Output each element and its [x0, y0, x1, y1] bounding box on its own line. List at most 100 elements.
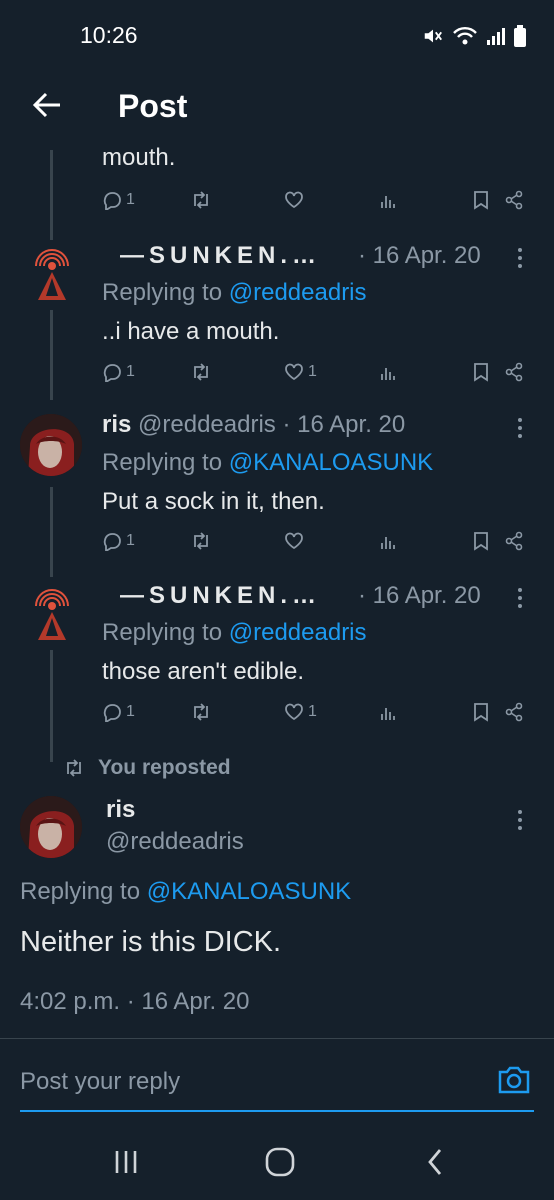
repost-button[interactable]	[190, 702, 212, 722]
status-icons	[422, 24, 526, 48]
tweet-text: those aren't edible.	[102, 658, 305, 685]
reply-button[interactable]: 1	[102, 190, 135, 210]
like-button[interactable]: 1	[284, 362, 317, 382]
avatar[interactable]	[30, 588, 74, 644]
radio-tower-avatar-icon	[35, 249, 69, 300]
views-icon	[381, 537, 395, 549]
views-button[interactable]	[378, 190, 398, 210]
thread-line	[50, 150, 53, 240]
more-options-button[interactable]	[516, 810, 524, 830]
reply-count: 1	[126, 363, 135, 380]
heart-icon	[285, 703, 303, 721]
like-button[interactable]: 1	[284, 702, 317, 722]
nav-back-button[interactable]	[424, 1146, 446, 1183]
share-button[interactable]	[504, 531, 524, 551]
radio-tower-avatar-icon	[35, 589, 69, 640]
views-icon	[381, 196, 395, 208]
more-options-button[interactable]	[516, 418, 524, 438]
user-line: ris @reddeadris · 16 Apr. 20	[102, 411, 405, 439]
heart-icon	[285, 363, 303, 381]
reply-icon	[103, 704, 121, 722]
share-button[interactable]	[504, 702, 524, 722]
repost-button[interactable]	[190, 362, 212, 382]
display-name[interactable]: ris	[106, 796, 135, 824]
views-icon	[381, 708, 395, 720]
reply-button[interactable]: 1	[102, 531, 135, 551]
bookmark-button[interactable]	[472, 702, 490, 722]
repost-icon	[194, 532, 208, 550]
repost-icon	[194, 191, 208, 209]
repost-icon	[67, 759, 81, 777]
tweet-date: · 16 Apr. 20	[358, 582, 481, 609]
replying-to: Replying to @reddeadris	[102, 619, 367, 646]
views-button[interactable]	[378, 362, 398, 382]
bookmark-button[interactable]	[472, 362, 490, 382]
reply-count: 1	[126, 532, 135, 549]
repost-indicator: You reposted	[62, 756, 231, 780]
handle[interactable]: @reddeadris	[138, 411, 276, 438]
bookmark-button[interactable]	[472, 531, 490, 551]
bookmark-icon	[474, 363, 488, 382]
bookmark-button[interactable]	[472, 190, 490, 210]
display-name[interactable]: —SUNKEN.…	[120, 582, 321, 610]
views-button[interactable]	[378, 531, 398, 551]
repost-button[interactable]	[190, 531, 212, 551]
camera-icon	[498, 1066, 530, 1094]
heart-icon	[285, 191, 303, 209]
reply-input[interactable]: Post your reply	[20, 1068, 180, 1096]
action-row: 1	[102, 531, 532, 555]
recent-apps-button[interactable]	[112, 1148, 140, 1181]
thread-line	[50, 650, 53, 762]
recent-apps-icon	[115, 1151, 137, 1173]
reply-button[interactable]: 1	[102, 702, 135, 722]
avatar[interactable]	[20, 796, 82, 858]
camera-button[interactable]	[496, 1064, 532, 1101]
like-count: 1	[308, 703, 317, 720]
more-options-button[interactable]	[516, 588, 524, 608]
avatar[interactable]	[30, 248, 74, 304]
thread-line	[50, 487, 53, 577]
bookmark-icon	[474, 191, 488, 210]
tweet-text: mouth.	[102, 144, 176, 171]
thread-line	[50, 310, 53, 400]
page-title: Post	[118, 88, 188, 124]
bookmark-icon	[474, 703, 488, 722]
display-name[interactable]: —SUNKEN.…	[120, 242, 321, 270]
reply-icon	[103, 533, 121, 551]
views-icon	[381, 368, 395, 380]
share-icon	[505, 362, 523, 382]
action-row: 1 1	[102, 362, 532, 386]
heart-icon	[285, 532, 303, 550]
mention-link[interactable]: @KANALOASUNK	[229, 449, 433, 476]
more-options-button[interactable]	[516, 248, 524, 268]
reply-button[interactable]: 1	[102, 362, 135, 382]
reply-count: 1	[126, 191, 135, 208]
wifi-icon	[453, 27, 477, 45]
like-button[interactable]	[284, 531, 304, 551]
repost-button[interactable]	[190, 190, 212, 210]
action-row: 1 1	[102, 702, 532, 726]
tweet-text: Neither is this DICK.	[20, 926, 282, 958]
action-row: 1	[102, 190, 532, 214]
mention-link[interactable]: @KANALOASUNK	[147, 878, 351, 905]
share-button[interactable]	[504, 190, 524, 210]
mention-link[interactable]: @reddeadris	[229, 619, 367, 646]
tweet-date: · 16 Apr. 20	[282, 411, 406, 438]
back-button[interactable]	[30, 88, 66, 124]
status-time: 10:26	[80, 22, 138, 48]
reply-icon	[103, 364, 121, 382]
home-button[interactable]	[264, 1146, 296, 1183]
like-button[interactable]	[284, 190, 304, 210]
share-button[interactable]	[504, 362, 524, 382]
chevron-left-icon	[428, 1149, 442, 1175]
display-name[interactable]: ris	[102, 411, 131, 438]
arrow-left-icon	[32, 92, 60, 118]
views-button[interactable]	[378, 702, 398, 722]
handle[interactable]: @reddeadris	[106, 828, 244, 856]
bookmark-icon	[474, 532, 488, 551]
avatar[interactable]	[20, 414, 82, 476]
battery-icon	[514, 25, 526, 47]
replying-to: Replying to @KANALOASUNK	[102, 449, 434, 476]
share-icon	[505, 531, 523, 551]
mention-link[interactable]: @reddeadris	[229, 279, 367, 306]
